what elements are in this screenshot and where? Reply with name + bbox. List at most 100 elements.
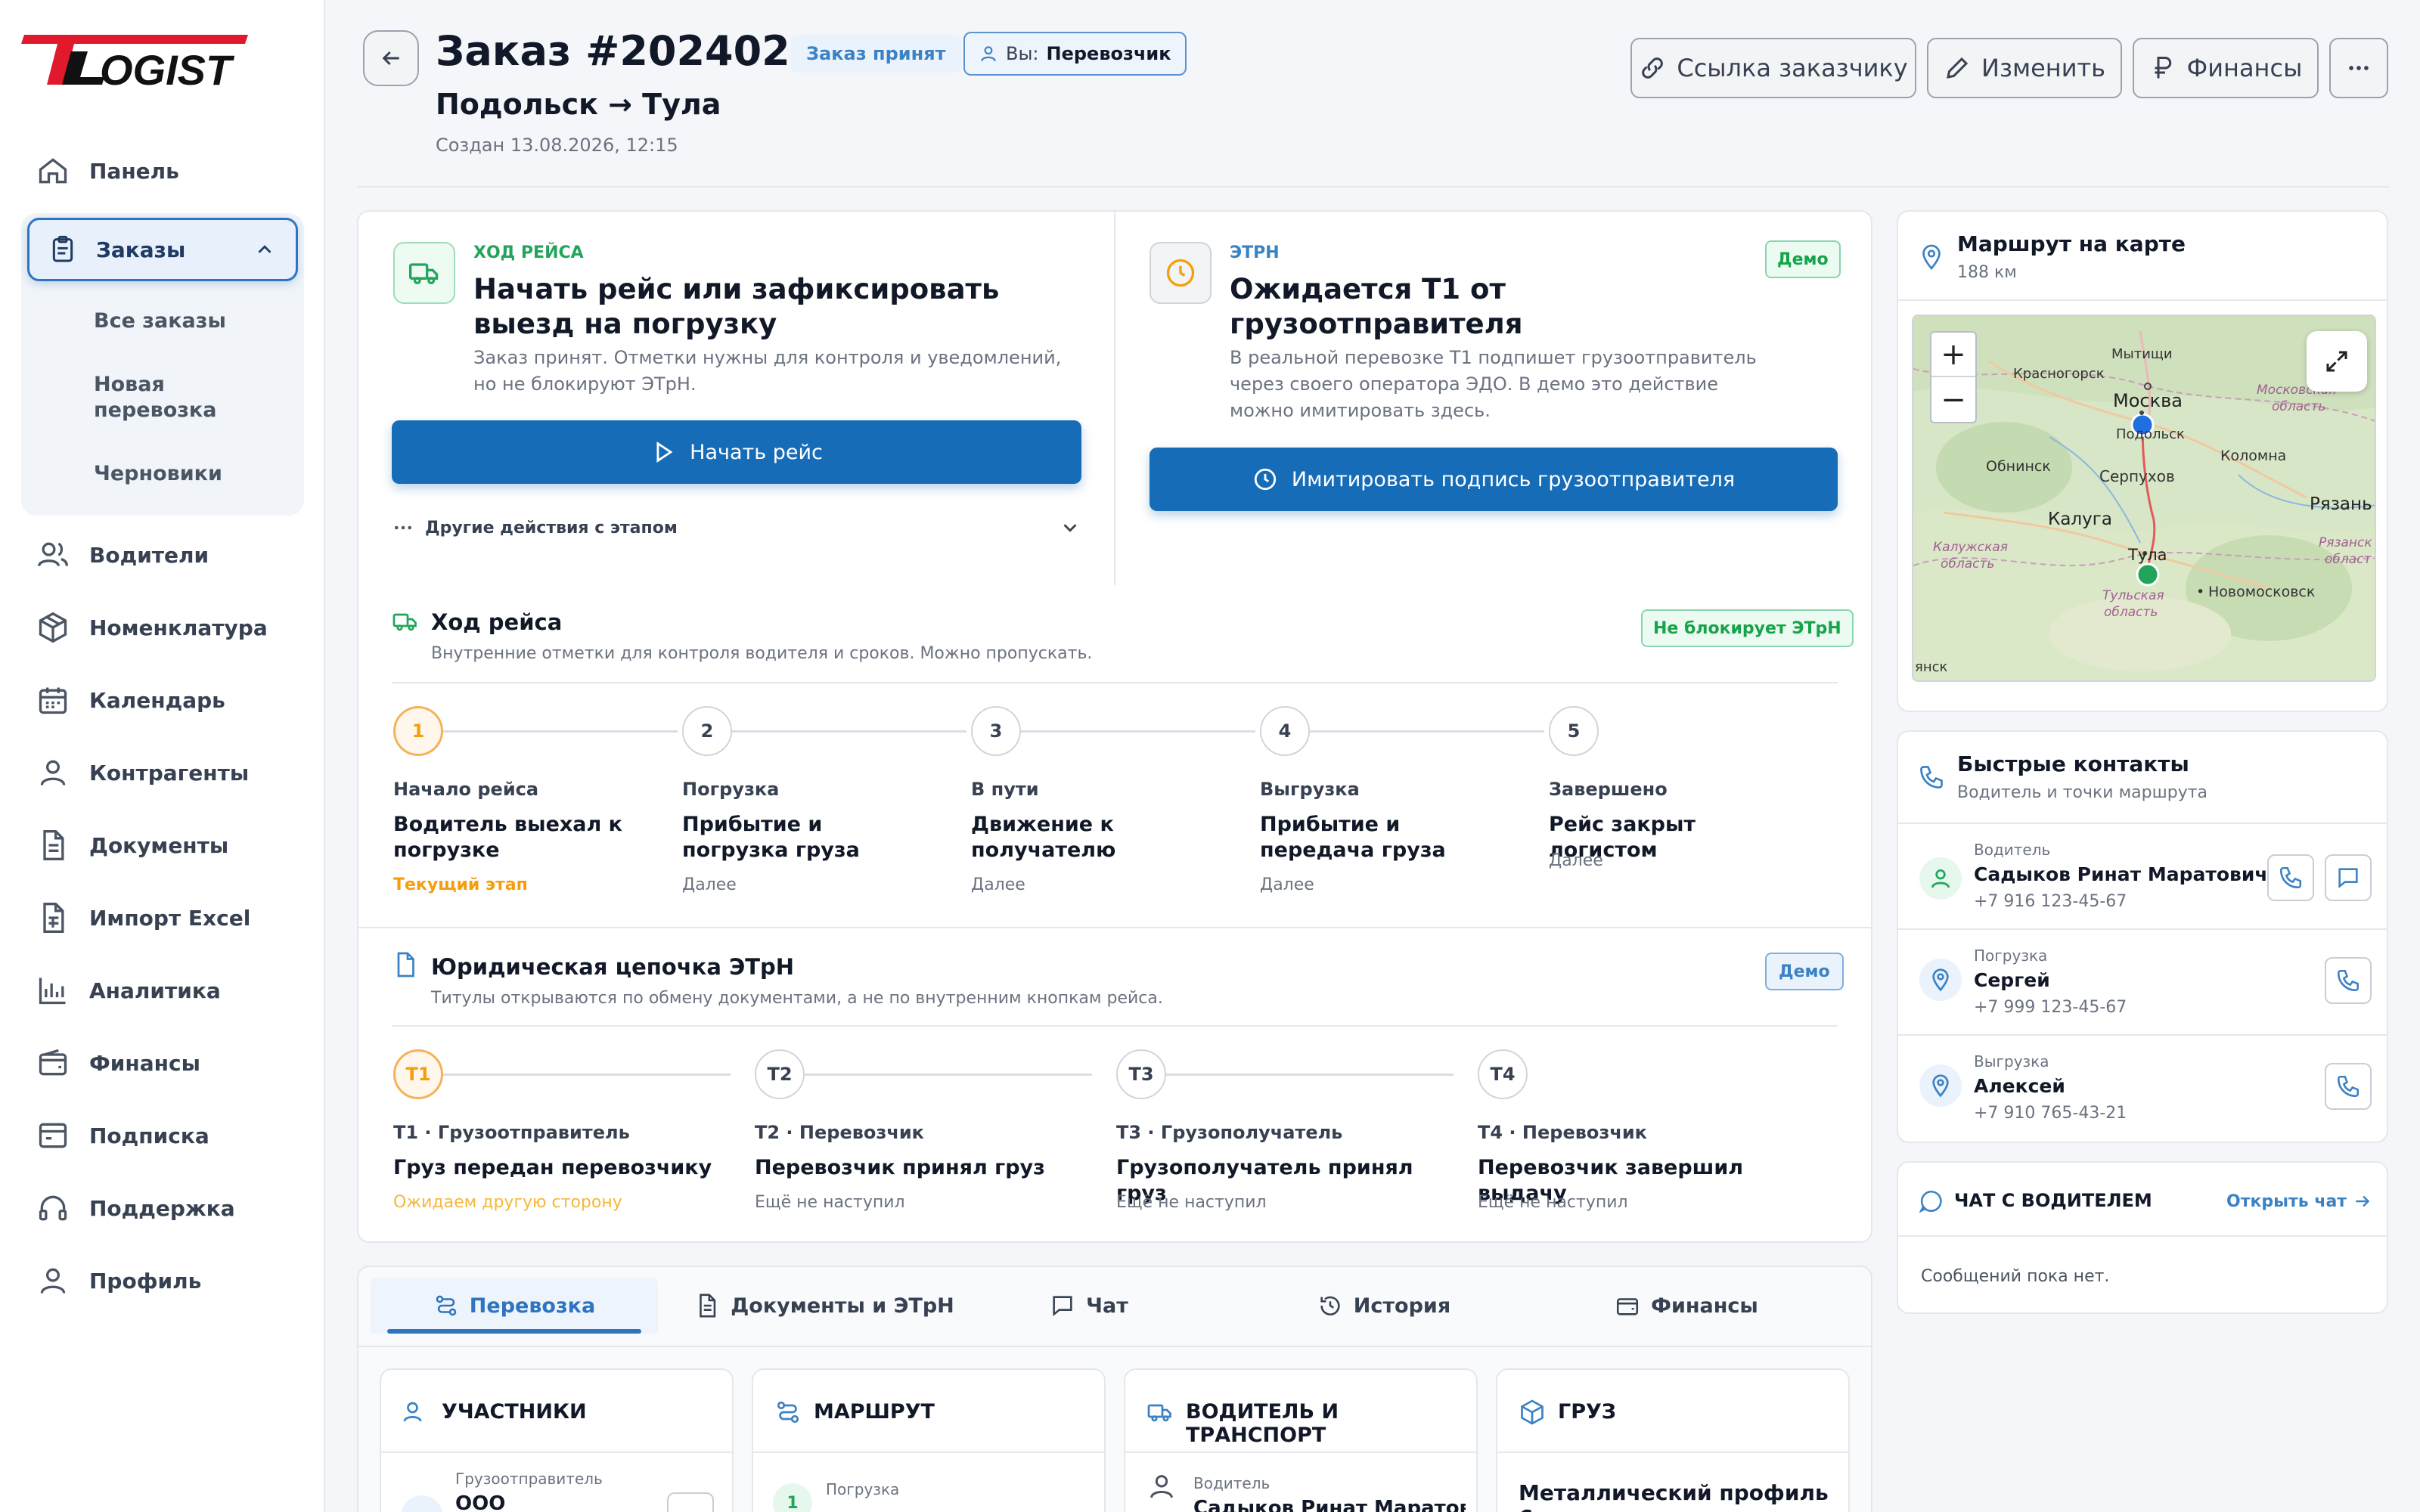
user-icon [1150,1475,1173,1498]
message-driver-button[interactable] [2325,854,2372,901]
more-stage-actions-toggle[interactable]: Другие действия с этапом [392,513,1081,543]
trip-step-1-circle[interactable]: 1 [393,706,443,756]
sidebar-item-documents[interactable]: Документы [21,813,302,877]
trip-step-4-circle[interactable]: 4 [1260,706,1310,756]
route-map-card: Маршрут на карте 188 км Красногорск Мыти [1897,210,2388,712]
tab-finance[interactable]: Финансы [1573,1278,1800,1334]
map-label: Новомосковск [2208,584,2316,600]
box-icon [39,612,67,643]
trip-step-status: Далее [1260,875,1314,894]
sidebar-item-subscription[interactable]: Подписка [21,1104,302,1167]
trip-step-title: Водитель выехал к погрузке [393,813,623,862]
sidebar-item-finance[interactable]: Финансы [21,1031,302,1095]
legal-step-3-circle[interactable]: Т3 [1116,1049,1166,1099]
trip-step-3-circle[interactable]: 3 [971,706,1021,756]
sidebar-item-label: Финансы [89,1050,200,1076]
route-title: Подольск → Тула [436,88,721,121]
divider [1898,928,2387,930]
sidebar-item-orders[interactable]: Заказы [27,218,298,281]
sidebar-item-drivers[interactable]: Водители [21,523,302,587]
legal-step-status: Ожидаем другую сторону [393,1193,622,1212]
route-map[interactable]: Красногорск Мытищи Москва Подольск Моско… [1912,314,2376,682]
etrn-stage-description: В реальной перевозке Т1 подпишет грузоот… [1230,347,1757,421]
orders-nav-group: Заказы Все заказы Новая перевозка Чернов… [21,213,304,516]
tab-history[interactable]: История [1270,1278,1497,1334]
legal-step-2-circle[interactable]: Т2 [755,1049,805,1099]
route-point-number: 1 [773,1483,812,1512]
profile-icon [40,1268,66,1294]
etrn-stage-kicker: ЭТРН [1230,243,1280,262]
map-label-dot: • [2196,584,2205,600]
tab-documents[interactable]: Документы и ЭТрН [666,1278,983,1334]
finance-button[interactable]: Финансы [2133,38,2319,98]
cargo-name: Металлический профиль 6 [1519,1480,1829,1512]
sidebar-subitem-new-transport[interactable]: Новая перевозка [94,372,245,423]
legal-chain-subtitle: Титулы открываются по обмену документами… [431,989,1163,1008]
tab-transport[interactable]: Перевозка [371,1278,658,1334]
call-driver-button[interactable] [2267,854,2314,901]
cargo-card-title: ГРУЗ [1558,1400,1616,1424]
customer-link-button[interactable]: Ссылка заказчику [1630,38,1916,98]
active-tab-indicator [387,1329,641,1334]
contact-phone: +7 910 765-43-21 [1974,1104,2127,1123]
sidebar-subitem-drafts[interactable]: Черновики [94,461,245,487]
legal-step-label: Т1 · Грузоотправитель [393,1122,630,1143]
sidebar-item-calendar[interactable]: Календарь [21,668,302,732]
open-chat-link[interactable]: Открыть чат [2226,1191,2372,1211]
contact-phone: +7 999 123-45-67 [1974,998,2127,1017]
zoom-in-button[interactable]: + [1931,333,1975,377]
route-card: МАРШРУТ 1 Погрузка [752,1368,1106,1512]
trip-step-5-circle[interactable]: 5 [1549,706,1599,756]
map-label: Коломна [2220,448,2287,464]
arrow-right-icon [2356,1195,2370,1207]
trip-step-2-circle[interactable]: 2 [682,706,732,756]
simulate-sign-button[interactable]: Имитировать подпись грузоотправителя [1150,448,1838,511]
sidebar-item-import-excel[interactable]: Импорт Excel [21,886,302,950]
sidebar-item-profile[interactable]: Профиль [21,1249,302,1312]
call-loading-button[interactable] [2325,957,2372,1004]
chevron-up-icon[interactable] [253,238,276,261]
sidebar-item-label: Поддержка [89,1195,235,1221]
map-label: Подольск [2116,426,2185,442]
expand-map-button[interactable] [2307,331,2367,392]
zoom-out-button[interactable]: − [1931,377,1975,422]
legal-step-4-circle[interactable]: Т4 [1478,1049,1528,1099]
sidebar-item-analytics[interactable]: Аналитика [21,959,302,1022]
avatar [401,1495,443,1512]
tab-chat[interactable]: Чат [983,1278,1195,1334]
more-button[interactable] [2329,38,2388,98]
trip-step-status: Далее [1549,851,1603,870]
divider [1898,823,2387,824]
pencil-icon [1947,57,1969,79]
driver-chat-card: ЧАТ С ВОДИТЕЛЕМ Открыть чат Сообщений по… [1897,1161,2388,1314]
sidebar-item-counterparties[interactable]: Контрагенты [21,741,302,804]
participants-card: УЧАСТНИКИ Грузоотправитель ООО [380,1368,734,1512]
step-connector [732,730,966,733]
demo-badge: Демо [1765,240,1841,278]
sidebar-item-nomenclature[interactable]: Номенклатура [21,596,302,659]
edit-button[interactable]: Изменить [1927,38,2122,98]
map-label: Калуга [2048,510,2112,529]
map-label: Калужская [1933,540,2008,555]
map-label: Тула [2128,546,2167,564]
call-unloading-button[interactable] [2325,1063,2372,1110]
start-trip-button[interactable]: Начать рейс [392,420,1081,484]
avatar [1919,1064,1962,1107]
map-label: Тульская [2102,588,2164,603]
sidebar-item-dashboard[interactable]: Панель [21,139,302,203]
sidebar-subitem-all-orders[interactable]: Все заказы [94,308,245,334]
sidebar-item-label: Номенклатура [89,615,268,640]
document-icon [700,1294,716,1318]
sidebar-item-support[interactable]: Поддержка [21,1176,302,1240]
trip-step-label: В пути [971,779,1039,800]
user-icon [1931,869,1950,888]
created-date: Создан 13.08.2026, 12:15 [436,135,678,156]
call-button[interactable] [667,1492,714,1512]
ruble-icon [2155,57,2171,79]
back-button[interactable] [363,30,419,86]
tlogist-logo[interactable]: OGIST [21,30,248,91]
step-connector [443,730,678,733]
legal-step-1-circle[interactable]: Т1 [393,1049,443,1099]
divider [358,927,1871,928]
sidebar-item-label: Календарь [89,687,225,713]
